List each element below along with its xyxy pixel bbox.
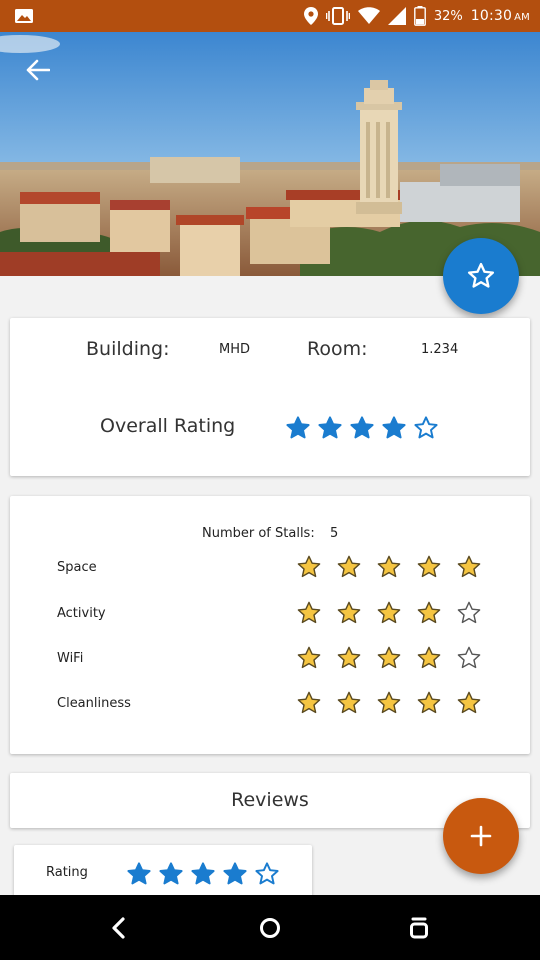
star-outline-icon (467, 262, 495, 288)
star-filled-icon (376, 645, 402, 675)
star-filled-icon (296, 554, 322, 584)
arrow-left-icon (26, 59, 50, 81)
building-value: MHD (219, 342, 251, 357)
star-outline-icon (456, 600, 482, 630)
back-button[interactable] (20, 52, 56, 88)
star-filled-icon (376, 690, 402, 720)
star-filled-icon (296, 600, 322, 630)
star-filled-icon (317, 415, 343, 445)
system-nav-bar (0, 895, 540, 960)
star-outline-icon (456, 645, 482, 675)
star-filled-icon (456, 554, 482, 584)
status-bar: 32% 10:30 AM (0, 0, 540, 32)
star-filled-icon (376, 600, 402, 630)
add-review-button[interactable] (443, 798, 519, 874)
star-filled-icon (336, 554, 362, 584)
wifi-icon (357, 7, 380, 25)
location-icon (303, 7, 318, 25)
nav-home-button[interactable] (255, 913, 285, 943)
rating-row-label: Cleanliness (57, 696, 131, 711)
star-filled-icon (349, 415, 375, 445)
star-filled-icon (296, 690, 322, 720)
star-filled-icon (416, 645, 442, 675)
room-value: 1.234 (421, 342, 459, 357)
recents-icon (410, 917, 428, 939)
star-filled-icon (336, 690, 362, 720)
stalls-value: 5 (330, 526, 339, 541)
reviews-title: Reviews (231, 789, 309, 811)
star-filled-icon (126, 861, 152, 891)
rating-row-stars[interactable] (296, 600, 482, 630)
battery-percent: 32% (433, 8, 463, 24)
star-filled-icon (285, 415, 311, 445)
star-filled-icon (222, 861, 248, 891)
overall-rating-label: Overall Rating (100, 415, 236, 437)
rating-row-label: Space (57, 560, 97, 575)
star-outline-icon (413, 415, 439, 445)
image-icon (14, 8, 34, 24)
star-filled-icon (416, 690, 442, 720)
rating-row-label: WiFi (57, 651, 84, 666)
building-label: Building: (86, 338, 170, 360)
plus-icon (470, 825, 492, 847)
vibrate-icon (325, 7, 350, 25)
room-info-card: Building: MHD Room: 1.234 Overall Rating (10, 318, 530, 476)
star-filled-icon (376, 554, 402, 584)
stalls-label: Number of Stalls: (202, 526, 315, 541)
ratings-card: Number of Stalls: 5 Space Activity WiFi Cle… (10, 496, 530, 754)
star-filled-icon (158, 861, 184, 891)
star-filled-icon (416, 600, 442, 630)
star-filled-icon (416, 554, 442, 584)
overall-rating-stars (285, 415, 439, 445)
star-filled-icon (336, 645, 362, 675)
review-rating-label: Rating (46, 865, 88, 880)
circle-home-icon (260, 918, 280, 938)
nav-recents-button[interactable] (404, 913, 434, 943)
signal-icon (387, 7, 406, 25)
room-label: Room: (307, 338, 368, 360)
star-filled-icon (381, 415, 407, 445)
clock-time: 10:30 (470, 8, 513, 24)
favorite-button[interactable] (443, 238, 519, 314)
rating-row-label: Activity (57, 606, 106, 621)
rating-row-stars[interactable] (296, 690, 482, 720)
clock-ampm: AM (514, 12, 530, 23)
review-rating-stars (126, 861, 280, 891)
building-photo (0, 32, 540, 276)
star-outline-icon (254, 861, 280, 891)
chevron-left-icon (112, 917, 125, 939)
nav-back-button[interactable] (104, 913, 134, 943)
star-filled-icon (190, 861, 216, 891)
battery-icon (413, 6, 426, 26)
rating-row-stars[interactable] (296, 554, 482, 584)
star-filled-icon (456, 690, 482, 720)
rating-row-stars[interactable] (296, 645, 482, 675)
star-filled-icon (336, 600, 362, 630)
star-filled-icon (296, 645, 322, 675)
